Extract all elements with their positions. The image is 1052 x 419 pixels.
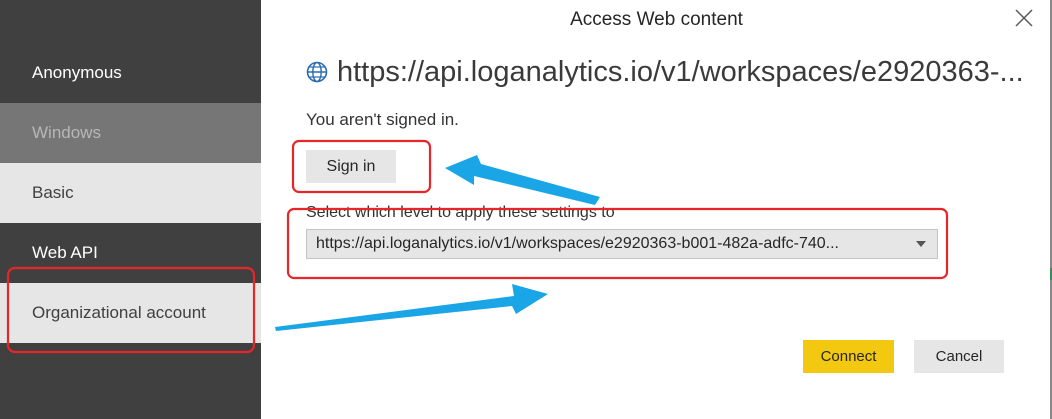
level-dropdown[interactable]: https://api.loganalytics.io/v1/workspace… <box>306 229 938 259</box>
globe-icon <box>306 61 328 83</box>
sidebar-item-windows[interactable]: Windows <box>0 103 261 163</box>
screen: Anonymous Windows Basic Web API Organiza… <box>0 0 1052 419</box>
resource-url: https://api.loganalytics.io/v1/workspace… <box>337 55 1024 88</box>
sidebar-item-basic[interactable]: Basic <box>0 163 261 223</box>
level-dropdown-value: https://api.loganalytics.io/v1/workspace… <box>316 235 839 252</box>
auth-method-sidebar: Anonymous Windows Basic Web API Organiza… <box>0 0 261 419</box>
close-icon <box>1015 9 1033 27</box>
sidebar-item-label: Anonymous <box>32 63 122 82</box>
sidebar-item-label: Windows <box>32 123 101 142</box>
dialog-panel: Access Web content https://api.loganalyt… <box>261 0 1052 419</box>
chevron-down-icon <box>916 241 926 247</box>
sign-in-status: You aren't signed in. <box>306 110 459 129</box>
sidebar-item-label: Organizational account <box>32 303 206 322</box>
sidebar-item-label: Basic <box>32 183 74 202</box>
sidebar-item-anonymous[interactable]: Anonymous <box>0 43 261 103</box>
sidebar-item-web-api[interactable]: Web API <box>0 223 261 283</box>
dialog-title: Access Web content <box>570 9 743 30</box>
connect-button[interactable]: Connect <box>803 340 894 373</box>
sidebar-item-organizational-account[interactable]: Organizational account <box>0 283 261 343</box>
close-button[interactable] <box>1013 7 1035 29</box>
cancel-button[interactable]: Cancel <box>914 340 1004 373</box>
sign-in-button[interactable]: Sign in <box>306 150 396 183</box>
sidebar-item-label: Web API <box>32 243 98 262</box>
level-label: Select which level to apply these settin… <box>306 204 615 221</box>
url-header: https://api.loganalytics.io/v1/workspace… <box>306 52 1024 92</box>
